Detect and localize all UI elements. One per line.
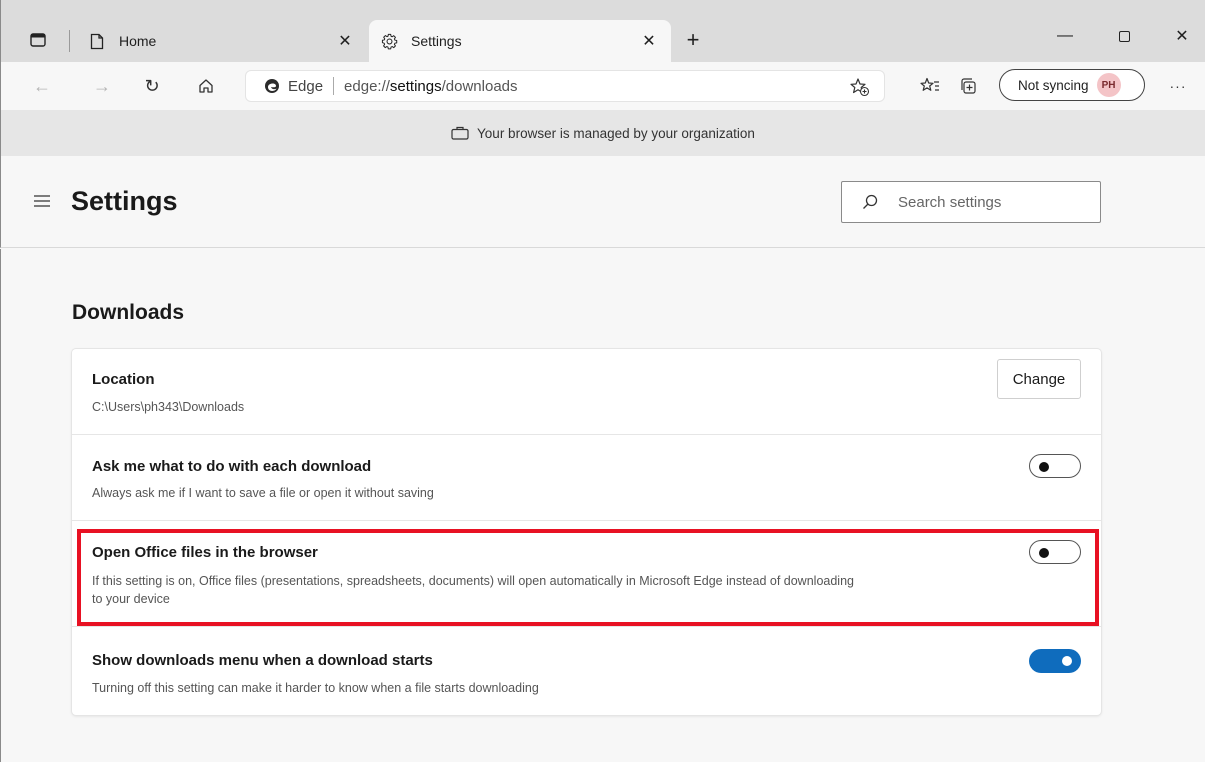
- back-arrow-icon: ←: [33, 75, 51, 96]
- minimize-button[interactable]: —: [1042, 22, 1088, 50]
- edge-logo-icon: [265, 79, 279, 93]
- page-title: Settings: [71, 186, 178, 216]
- setting-title: Location: [92, 371, 155, 388]
- tab-strip: Home ✕ Settings ✕ + — ✕: [0, 0, 1205, 62]
- search-input[interactable]: [898, 193, 1088, 211]
- downloads-settings-card: Location C:\Users\ph343\Downloads Change…: [72, 349, 1101, 715]
- refresh-button[interactable]: ↻: [137, 72, 167, 100]
- setting-row-location: Location C:\Users\ph343\Downloads Change: [72, 349, 1101, 435]
- setting-description: Turning off this setting can make it har…: [92, 681, 539, 695]
- setting-row-open-office-files: Open Office files in the browser If this…: [72, 521, 1101, 627]
- tab-home[interactable]: Home ✕: [77, 20, 367, 62]
- maximize-icon: [1118, 30, 1130, 42]
- setting-row-ask-each-download: Ask me what to do with each download Alw…: [72, 435, 1101, 521]
- collections-button[interactable]: [953, 72, 983, 100]
- collections-icon: [961, 78, 976, 94]
- setting-title: Open Office files in the browser: [92, 544, 318, 561]
- settings-content: Downloads Location C:\Users\ph343\Downlo…: [0, 249, 1205, 762]
- close-icon[interactable]: ✕: [635, 27, 663, 55]
- setting-row-show-downloads-menu: Show downloads menu when a download star…: [72, 627, 1101, 715]
- sync-status-label: Not syncing: [1018, 77, 1089, 93]
- profile-sync-button[interactable]: Not syncing PH: [999, 69, 1145, 101]
- toggle-knob: [1039, 548, 1049, 558]
- site-identity-label: Edge: [288, 77, 324, 95]
- url-separator: [333, 77, 335, 95]
- address-toolbar: ← → ↻ Edge edge://settings/downloads Not…: [0, 62, 1205, 110]
- gear-icon: [379, 31, 399, 51]
- add-favorite-icon[interactable]: [850, 77, 870, 97]
- ask-download-toggle[interactable]: [1029, 454, 1081, 478]
- tab-settings[interactable]: Settings ✕: [369, 20, 671, 62]
- close-icon[interactable]: ✕: [331, 27, 359, 55]
- toggle-knob: [1062, 656, 1072, 666]
- search-icon: [863, 194, 878, 209]
- more-icon: ···: [1169, 78, 1187, 94]
- search-settings-box[interactable]: [841, 181, 1101, 223]
- forward-arrow-icon: →: [93, 75, 111, 96]
- new-tab-button[interactable]: +: [679, 26, 707, 54]
- url-text: edge://settings/downloads: [344, 77, 518, 95]
- briefcase-icon: [451, 126, 469, 140]
- setting-title: Show downloads menu when a download star…: [92, 652, 433, 669]
- setting-description: If this setting is on, Office files (pre…: [92, 574, 854, 606]
- menu-icon[interactable]: [33, 194, 51, 208]
- refresh-icon: ↻: [144, 75, 160, 96]
- settings-header: Settings: [0, 156, 1205, 248]
- favorites-button[interactable]: [915, 72, 945, 100]
- forward-button[interactable]: →: [87, 72, 117, 100]
- address-bar[interactable]: Edge edge://settings/downloads: [245, 70, 885, 102]
- open-office-files-toggle[interactable]: [1029, 540, 1081, 564]
- page-icon: [87, 31, 107, 51]
- show-downloads-menu-toggle[interactable]: [1029, 649, 1081, 673]
- back-button[interactable]: ←: [27, 72, 57, 100]
- more-menu-button[interactable]: ···: [1163, 72, 1193, 100]
- plus-icon: +: [686, 27, 700, 52]
- home-icon: [199, 79, 213, 93]
- download-location-path: C:\Users\ph343\Downloads: [92, 400, 245, 414]
- toggle-knob: [1039, 462, 1049, 472]
- section-title: Downloads: [72, 301, 185, 324]
- maximize-button[interactable]: [1101, 22, 1147, 50]
- window-close-button[interactable]: ✕: [1159, 22, 1205, 50]
- tab-divider: [69, 30, 70, 52]
- managed-banner: Your browser is managed by your organiza…: [0, 110, 1205, 156]
- tab-title: Settings: [411, 33, 462, 49]
- avatar: PH: [1096, 73, 1121, 97]
- minimize-icon: —: [1057, 27, 1073, 44]
- tab-actions-button[interactable]: [25, 28, 51, 52]
- close-icon: ✕: [1175, 28, 1189, 45]
- favorites-icon: [920, 77, 939, 91]
- setting-title: Ask me what to do with each download: [92, 458, 372, 475]
- change-location-button[interactable]: Change: [997, 359, 1081, 399]
- setting-description: Always ask me if I want to save a file o…: [92, 486, 434, 500]
- tab-title: Home: [119, 33, 157, 49]
- tab-actions-icon: [30, 33, 46, 47]
- managed-banner-text: Your browser is managed by your organiza…: [477, 125, 755, 141]
- home-button[interactable]: [191, 72, 221, 100]
